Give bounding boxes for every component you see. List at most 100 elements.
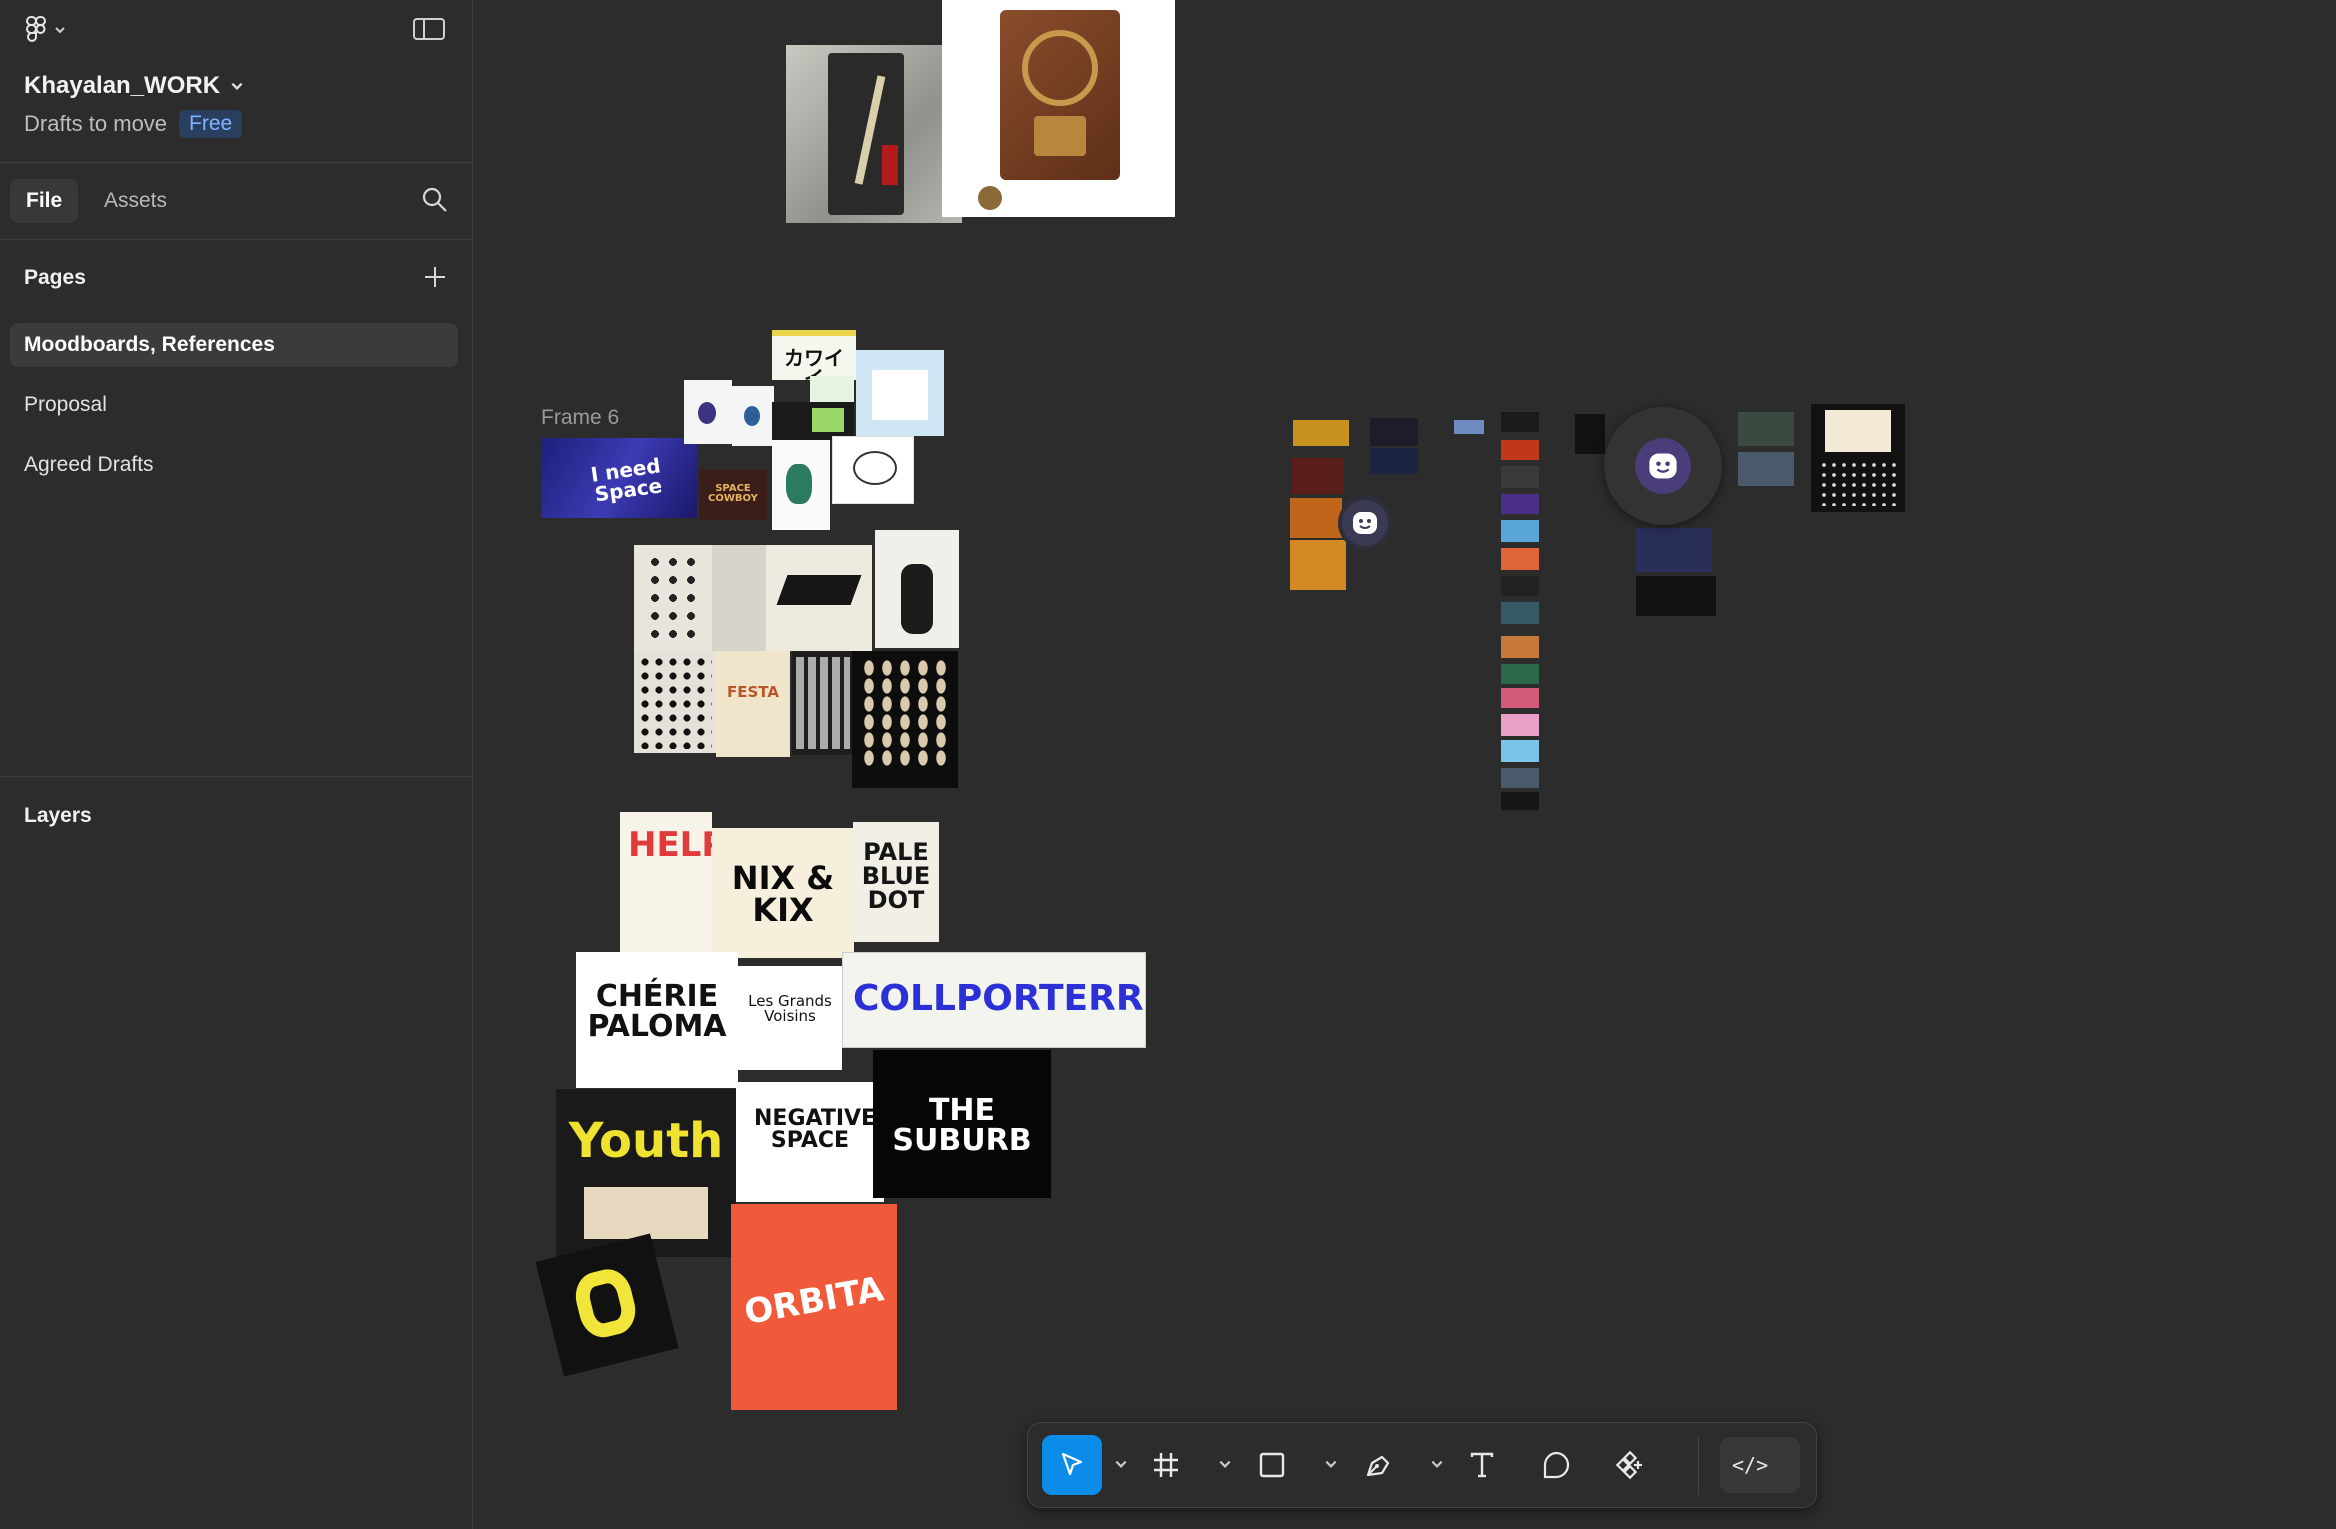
image-grid-poster[interactable] — [792, 651, 854, 755]
pen-nib-icon — [1366, 1455, 1390, 1477]
space-cowboy-text: SPACE COWBOY — [708, 483, 758, 504]
collaborator-avatar[interactable] — [1342, 500, 1388, 546]
main-menu-button[interactable] — [24, 14, 80, 46]
chevron-down-icon[interactable] — [1430, 1457, 1444, 1471]
thumbnail[interactable] — [1501, 440, 1539, 460]
thumbnail[interactable] — [1370, 448, 1418, 474]
image-sticker-4[interactable] — [772, 402, 854, 440]
thumbnail[interactable] — [1636, 528, 1712, 572]
the-suburb-text: THE SUBURB — [892, 1093, 1032, 1158]
image-tarot-sheet[interactable] — [1811, 404, 1905, 512]
thumbnail[interactable] — [1370, 418, 1418, 446]
thumbnail[interactable] — [1454, 420, 1484, 434]
image-kawaii[interactable]: カワイイ — [772, 330, 856, 380]
thumbnail[interactable] — [1501, 602, 1539, 624]
chevron-down-icon[interactable] — [1218, 1457, 1232, 1471]
collaborator-avatar-large[interactable] — [1604, 407, 1722, 525]
negative-space-text: NEGATIVE SPACE — [754, 1106, 877, 1153]
chevron-down-icon[interactable] — [1114, 1457, 1128, 1471]
thumbnail[interactable] — [1501, 576, 1539, 596]
project-name[interactable]: Drafts to move — [24, 111, 167, 137]
image-festa-poster[interactable]: FESTA — [716, 651, 790, 757]
tab-assets[interactable]: Assets — [88, 179, 183, 223]
actions-tool-button[interactable] — [1600, 1435, 1660, 1495]
frame-tool-button[interactable] — [1136, 1435, 1196, 1495]
thumbnail[interactable] — [1636, 576, 1716, 616]
thumbnail[interactable] — [1501, 664, 1539, 684]
move-tool-button[interactable] — [1042, 1435, 1102, 1495]
image-sticker-5[interactable] — [772, 440, 830, 530]
image-pottery-poster[interactable] — [852, 651, 958, 788]
text-tool-button[interactable] — [1452, 1435, 1512, 1495]
cursor-arrow-icon — [1061, 1452, 1083, 1476]
image-doodle[interactable] — [832, 436, 914, 504]
image-negative-space-poster[interactable]: NEGATIVE SPACE — [736, 1082, 884, 1202]
image-bird-poster[interactable] — [766, 545, 872, 651]
colporterre-text: COLLPORTERRE — [853, 978, 1146, 1019]
add-page-button[interactable] — [420, 262, 450, 292]
image-symbols-poster[interactable] — [634, 651, 716, 753]
comment-tool-button[interactable] — [1526, 1435, 1586, 1495]
image-steampunk-book[interactable] — [942, 0, 1175, 217]
image-nixkix-poster[interactable]: NIX & KIX — [712, 828, 854, 958]
tab-file[interactable]: File — [10, 179, 79, 223]
image-need-space[interactable]: I need Space — [541, 438, 697, 518]
image-cactus-poster[interactable] — [875, 530, 959, 648]
frame-label[interactable]: Frame 6 — [541, 406, 619, 430]
components-plus-icon — [1615, 1450, 1642, 1480]
image-pattern-poster-1[interactable] — [634, 545, 714, 651]
thumbnail[interactable] — [1501, 792, 1539, 810]
thumbnail[interactable] — [1501, 768, 1539, 788]
thumbnail[interactable] — [1738, 412, 1794, 446]
search-icon — [422, 187, 447, 212]
thumbnail[interactable] — [1292, 458, 1344, 494]
image-pattern-poster-2[interactable] — [712, 545, 766, 651]
thumbnail[interactable] — [1501, 494, 1539, 514]
image-pale-blue-dot-poster[interactable]: PALE BLUE DOT — [853, 822, 939, 942]
thumbnail[interactable] — [1501, 548, 1539, 570]
thumbnail[interactable] — [1738, 452, 1794, 486]
toggle-sidebar-button[interactable] — [412, 16, 446, 42]
thumbnail[interactable] — [1290, 498, 1342, 538]
image-orbita-poster[interactable]: ORBITA — [731, 1204, 897, 1410]
thumbnail[interactable] — [1501, 636, 1539, 658]
image-the-suburb-poster[interactable]: THE SUBURB — [873, 1050, 1051, 1198]
image-sticker-1[interactable] — [684, 380, 732, 444]
image-sticker-2[interactable] — [732, 386, 774, 446]
project-line: Drafts to move Free — [24, 110, 243, 138]
frame-hash-icon — [1154, 1453, 1178, 1477]
image-help-poster[interactable]: HELP — [620, 812, 712, 952]
thumbnail[interactable] — [1290, 540, 1346, 590]
thumbnail[interactable] — [1501, 740, 1539, 762]
thumbnail[interactable] — [1501, 520, 1539, 542]
file-name: Khayalan_WORK — [24, 72, 221, 99]
file-name-menu[interactable]: Khayalan_WORK — [24, 72, 244, 100]
page-item-proposal[interactable]: Proposal — [10, 383, 458, 427]
thumbnail[interactable] — [1575, 414, 1605, 454]
image-grands-voisins-poster[interactable]: Les Grands Voisins — [738, 966, 842, 1070]
image-space-cowboy[interactable]: SPACE COWBOY — [699, 470, 767, 520]
thumbnail[interactable] — [1501, 412, 1539, 432]
image-cherie-paloma-poster[interactable]: CHÉRIE PALOMA — [576, 952, 738, 1088]
chevron-down-icon[interactable] — [1324, 1457, 1338, 1471]
image-comic-panels[interactable] — [856, 350, 944, 436]
image-colporterre-poster[interactable]: COLLPORTERRE — [842, 952, 1146, 1048]
figma-logo-icon — [26, 16, 46, 42]
thumbnail-strip — [1501, 412, 1539, 812]
grands-voisins-text: Les Grands Voisins — [748, 992, 832, 1025]
help-text: HELP — [628, 825, 712, 865]
image-youth-poster[interactable]: Youth — [556, 1089, 736, 1257]
thumbnail[interactable] — [1501, 714, 1539, 736]
page-item-moodboards[interactable]: Moodboards, References — [10, 323, 458, 367]
cherie-paloma-text: CHÉRIE PALOMA — [587, 979, 727, 1044]
search-button[interactable] — [420, 185, 452, 217]
page-item-agreed-drafts[interactable]: Agreed Drafts — [10, 443, 458, 487]
dev-mode-toggle[interactable]: </> — [1720, 1437, 1800, 1493]
shape-tool-button[interactable] — [1242, 1435, 1302, 1495]
thumbnail[interactable] — [1501, 688, 1539, 708]
thumbnail[interactable] — [1293, 420, 1349, 446]
image-ink-pen-box[interactable] — [786, 45, 962, 223]
pen-tool-button[interactable] — [1348, 1435, 1408, 1495]
thumbnail[interactable] — [1501, 466, 1539, 488]
plan-badge[interactable]: Free — [179, 110, 243, 138]
